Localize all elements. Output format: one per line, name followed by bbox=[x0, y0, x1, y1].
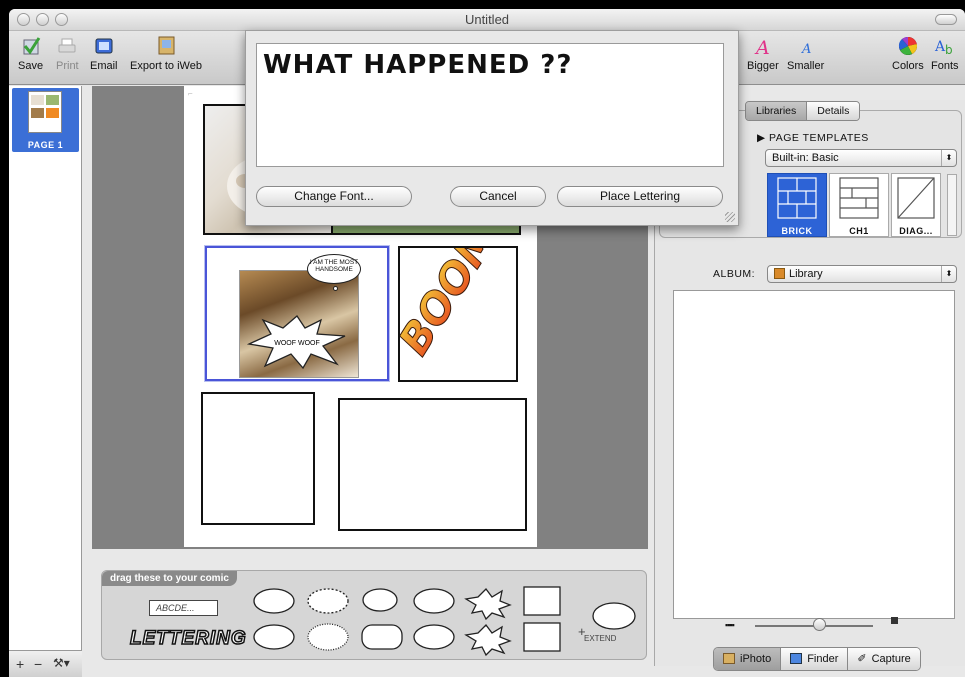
rounded-balloon[interactable] bbox=[361, 624, 403, 650]
toolbar-toggle-button[interactable] bbox=[935, 14, 957, 25]
source-tabs: iPhoto Finder ✐ Capture bbox=[713, 647, 921, 671]
change-font-button[interactable]: Change Font... bbox=[256, 186, 412, 207]
fonts-icon: A b bbox=[934, 39, 953, 57]
email-icon bbox=[95, 38, 113, 54]
template-set-popup[interactable]: Built-in: Basic ⬍ bbox=[765, 149, 957, 167]
speech-balloon-3[interactable] bbox=[253, 624, 295, 650]
color-wheel-icon bbox=[898, 36, 917, 55]
zoom-window-button[interactable] bbox=[55, 13, 68, 26]
burst-balloon-1[interactable] bbox=[464, 588, 512, 621]
speech-balloon-1[interactable] bbox=[253, 588, 295, 614]
print-button[interactable]: Print bbox=[56, 35, 79, 72]
speech-balloon-2[interactable] bbox=[413, 588, 455, 614]
whisper-balloon[interactable] bbox=[307, 588, 349, 614]
save-button[interactable]: Save bbox=[18, 35, 43, 72]
diagonal-template-icon bbox=[897, 177, 935, 219]
add-page-button[interactable]: + bbox=[16, 656, 24, 672]
minimize-window-button[interactable] bbox=[36, 13, 49, 26]
corner-mark: ⌐ bbox=[188, 89, 193, 98]
disclosure-triangle-icon: ▶ bbox=[757, 132, 766, 144]
fonts-button[interactable]: A b Fonts bbox=[931, 35, 959, 72]
caption-box-1[interactable] bbox=[523, 586, 561, 616]
app-window: Untitled Save Print Email Export to iWeb… bbox=[9, 9, 965, 677]
shout-text: WOOF WOOF bbox=[274, 340, 320, 347]
iweb-icon bbox=[158, 36, 175, 55]
save-icon bbox=[23, 37, 40, 55]
album-popup[interactable]: Library ⬍ bbox=[767, 265, 957, 283]
comic-panel-3-selected[interactable]: I AM THE MOST HANDSOME WOOF WOOF bbox=[205, 246, 389, 381]
smaller-button[interactable]: A Smaller bbox=[787, 35, 824, 72]
tab-details[interactable]: Details bbox=[807, 102, 860, 120]
title-bar: Untitled bbox=[9, 9, 965, 31]
lettering-item[interactable]: LETTERING bbox=[129, 627, 247, 650]
cloud-balloon[interactable] bbox=[413, 624, 455, 650]
place-lettering-button[interactable]: Place Lettering bbox=[557, 186, 723, 207]
templates-scrollbar[interactable] bbox=[947, 174, 957, 236]
page-templates-heading[interactable]: ▶ PAGE TEMPLATES bbox=[757, 132, 869, 144]
photo-browser[interactable] bbox=[673, 290, 955, 619]
large-thumbs-icon bbox=[891, 617, 898, 624]
library-icon bbox=[774, 268, 785, 279]
popup-arrows-icon: ⬍ bbox=[941, 266, 956, 282]
page-controls: + − ⚒▾ bbox=[9, 650, 82, 677]
caption-box-2[interactable] bbox=[523, 622, 561, 652]
resize-grip-icon[interactable] bbox=[725, 212, 735, 222]
page-preview bbox=[28, 91, 62, 133]
boom-lettering[interactable]: BOOM !!!! bbox=[388, 136, 556, 380]
brick-template-icon bbox=[777, 177, 817, 219]
tray-title: drag these to your comic bbox=[102, 571, 237, 586]
tab-capture[interactable]: ✐ Capture bbox=[848, 648, 920, 670]
tab-libraries[interactable]: Libraries bbox=[746, 102, 808, 120]
close-window-button[interactable] bbox=[17, 13, 30, 26]
printer-icon bbox=[58, 38, 76, 53]
burst-balloon-2[interactable] bbox=[464, 624, 512, 657]
bigger-text-icon: A bbox=[754, 37, 770, 57]
cancel-button[interactable]: Cancel bbox=[450, 186, 546, 207]
comic-panel-6[interactable] bbox=[338, 398, 527, 531]
template-brick[interactable]: BRICK bbox=[767, 173, 827, 237]
scream-balloon[interactable] bbox=[307, 623, 349, 651]
svg-text:A: A bbox=[754, 37, 770, 57]
export-iweb-button[interactable]: Export to iWeb bbox=[130, 35, 202, 72]
window-title: Untitled bbox=[464, 12, 510, 27]
tab-finder[interactable]: Finder bbox=[781, 648, 849, 670]
ch1-template-icon bbox=[839, 177, 879, 219]
library-details-tabs: Libraries Details bbox=[745, 101, 861, 121]
action-menu-icon[interactable]: ⚒▾ bbox=[53, 656, 70, 670]
small-thumbs-icon: ▪▪▪▪ bbox=[725, 620, 735, 630]
album-label: ALBUM: bbox=[713, 268, 756, 280]
smaller-text-icon: A bbox=[801, 42, 811, 57]
text-box-item[interactable]: ABCDE... bbox=[149, 600, 218, 616]
extend-label: EXTEND bbox=[584, 634, 617, 643]
thumbnail-size-slider[interactable] bbox=[813, 618, 826, 631]
balloon-tray: drag these to your comic ABCDE... LETTER… bbox=[101, 570, 647, 660]
email-button[interactable]: Email bbox=[90, 35, 118, 72]
colors-button[interactable]: Colors bbox=[892, 35, 924, 72]
extend-balloon-icon[interactable] bbox=[590, 601, 638, 635]
thought-balloon-1[interactable] bbox=[362, 588, 398, 612]
popup-arrows-icon: ⬍ bbox=[941, 150, 956, 166]
thought-dot bbox=[333, 286, 338, 291]
remove-page-button[interactable]: − bbox=[34, 656, 42, 672]
boom-text: BOOM !!!! bbox=[400, 248, 516, 363]
template-ch1[interactable]: CH1 bbox=[829, 173, 889, 237]
page-list: PAGE 1 bbox=[9, 86, 82, 661]
lettering-dialog: WHAT HAPPENED ?? Change Font... Cancel P… bbox=[245, 30, 739, 226]
comic-panel-4[interactable]: BOOM !!!! bbox=[388, 136, 556, 382]
finder-icon bbox=[790, 653, 803, 664]
page-thumbnail[interactable]: PAGE 1 bbox=[12, 88, 79, 152]
comic-panel-5[interactable] bbox=[201, 392, 315, 525]
svg-text:b: b bbox=[945, 43, 953, 57]
balloon-shapes bbox=[253, 586, 561, 657]
template-diag[interactable]: DIAG... bbox=[891, 173, 941, 237]
capture-icon: ✐ bbox=[857, 653, 867, 665]
lettering-text-input[interactable]: WHAT HAPPENED ?? bbox=[256, 43, 724, 167]
shout-bubble[interactable]: WOOF WOOF bbox=[247, 314, 347, 370]
bigger-button[interactable]: A Bigger bbox=[747, 35, 779, 72]
iphoto-icon bbox=[723, 653, 735, 664]
page-label: PAGE 1 bbox=[27, 140, 64, 150]
svg-text:A: A bbox=[801, 42, 811, 57]
thought-bubble[interactable]: I AM THE MOST HANDSOME bbox=[307, 254, 361, 284]
tab-iphoto[interactable]: iPhoto bbox=[714, 648, 782, 670]
